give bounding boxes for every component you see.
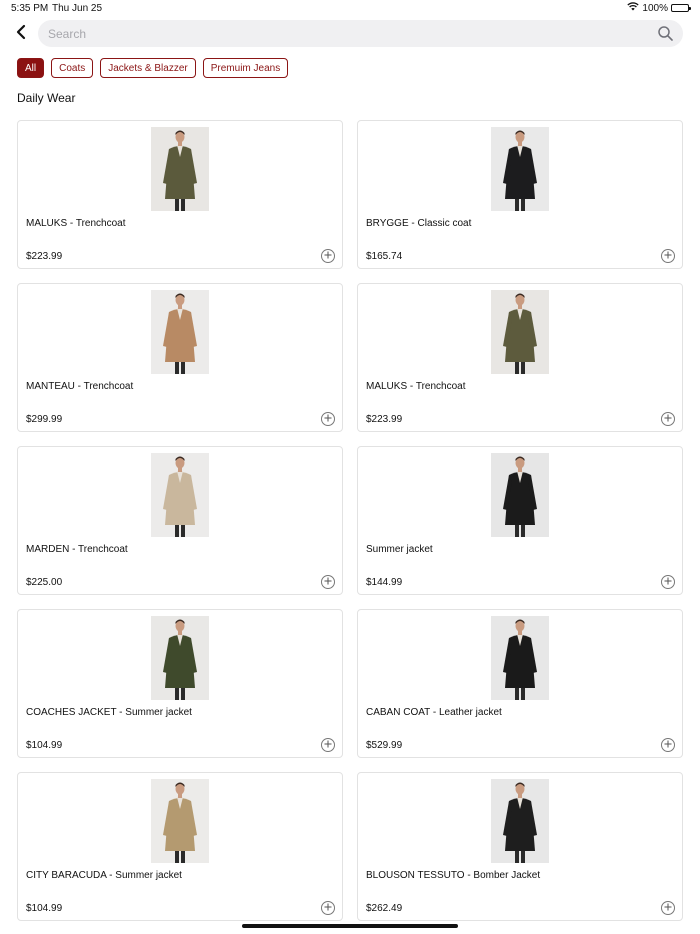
filter-chip-jackets-blazzer[interactable]: Jackets & Blazzer [100, 58, 196, 78]
product-image [151, 127, 209, 211]
plus-circle-icon [664, 577, 672, 588]
chevron-left-icon [15, 24, 27, 45]
product-photo [151, 616, 209, 700]
plus-circle-icon [324, 740, 332, 751]
add-to-cart-button[interactable] [661, 738, 675, 752]
product-photo [151, 453, 209, 537]
product-card[interactable]: BLOUSON TESSUTO - Bomber Jacket $262.49 [357, 772, 683, 921]
status-indicators: 100% [627, 2, 691, 14]
product-price: $529.99 [366, 740, 403, 751]
product-name: BLOUSON TESSUTO - Bomber Jacket [366, 870, 541, 881]
plus-circle-icon [664, 903, 672, 914]
search-bar[interactable] [38, 20, 683, 47]
filter-chip-all[interactable]: All [17, 58, 45, 78]
product-grid: MALUKS - Trenchcoat $223.99 BRYGGE - Cla… [17, 120, 683, 921]
plus-circle-icon [664, 251, 672, 262]
product-photo [491, 453, 549, 537]
product-name: BRYGGE - Classic coat [366, 218, 472, 229]
product-photo [491, 290, 549, 374]
add-to-cart-button[interactable] [661, 412, 675, 426]
product-card[interactable]: CITY BARACUDA - Summer jacket $104.99 [17, 772, 343, 921]
product-name: MARDEN - Trenchcoat [26, 544, 128, 555]
product-card[interactable]: Summer jacket $144.99 [357, 446, 683, 595]
product-image [491, 616, 549, 700]
add-to-cart-button[interactable] [321, 412, 335, 426]
product-image [491, 290, 549, 374]
status-bar: 5:35 PM Thu Jun 25 100% [0, 0, 700, 17]
product-price: $225.00 [26, 577, 63, 588]
product-card[interactable]: MARDEN - Trenchcoat $225.00 [17, 446, 343, 595]
product-name: Summer jacket [366, 544, 433, 555]
product-photo [151, 779, 209, 863]
product-name: MANTEAU - Trenchcoat [26, 381, 134, 392]
back-button[interactable] [12, 24, 30, 44]
product-photo [151, 290, 209, 374]
add-to-cart-button[interactable] [321, 901, 335, 915]
filter-chip-coats[interactable]: Coats [51, 58, 94, 78]
add-to-cart-button[interactable] [321, 738, 335, 752]
add-to-cart-button[interactable] [661, 249, 675, 263]
search-icon[interactable] [657, 26, 673, 42]
product-price: $299.99 [26, 414, 63, 425]
section-title: Daily Wear [17, 91, 76, 105]
product-card[interactable]: CABAN COAT - Leather jacket $529.99 [357, 609, 683, 758]
plus-circle-icon [324, 903, 332, 914]
product-image [151, 616, 209, 700]
product-image [491, 779, 549, 863]
search-input[interactable] [48, 26, 657, 41]
filter-chips: All Coats Jackets & Blazzer Premuim Jean… [17, 58, 289, 78]
product-name: COACHES JACKET - Summer jacket [26, 707, 192, 718]
product-image [151, 290, 209, 374]
product-price: $104.99 [26, 740, 63, 751]
product-photo [151, 127, 209, 211]
plus-circle-icon [324, 577, 332, 588]
home-indicator [242, 924, 458, 928]
add-to-cart-button[interactable] [321, 575, 335, 589]
product-card[interactable]: MALUKS - Trenchcoat $223.99 [17, 120, 343, 269]
battery-percent: 100% [642, 2, 668, 14]
plus-circle-icon [664, 414, 672, 425]
product-image [491, 453, 549, 537]
product-photo [491, 779, 549, 863]
plus-circle-icon [664, 740, 672, 751]
product-price: $165.74 [366, 251, 403, 262]
product-photo [491, 616, 549, 700]
add-to-cart-button[interactable] [661, 901, 675, 915]
product-image [151, 779, 209, 863]
product-name: CITY BARACUDA - Summer jacket [26, 870, 182, 881]
product-name: MALUKS - Trenchcoat [366, 381, 466, 392]
product-card[interactable]: MALUKS - Trenchcoat $223.99 [357, 283, 683, 432]
filter-chip-premuim-jeans[interactable]: Premuim Jeans [202, 58, 289, 78]
add-to-cart-button[interactable] [661, 575, 675, 589]
product-price: $104.99 [26, 903, 63, 914]
plus-circle-icon [324, 251, 332, 262]
product-price: $223.99 [366, 414, 403, 425]
plus-circle-icon [324, 414, 332, 425]
product-image [151, 453, 209, 537]
product-image [491, 127, 549, 211]
product-name: CABAN COAT - Leather jacket [366, 707, 502, 718]
wifi-icon [627, 2, 640, 14]
battery-icon [671, 4, 691, 12]
status-date: Thu Jun 25 [52, 3, 103, 14]
product-card[interactable]: BRYGGE - Classic coat $165.74 [357, 120, 683, 269]
product-name: MALUKS - Trenchcoat [26, 218, 126, 229]
product-card[interactable]: COACHES JACKET - Summer jacket $104.99 [17, 609, 343, 758]
status-time: 5:35 PM [11, 3, 49, 14]
product-price: $144.99 [366, 577, 403, 588]
product-price: $223.99 [26, 251, 63, 262]
product-photo [491, 127, 549, 211]
add-to-cart-button[interactable] [321, 249, 335, 263]
product-price: $262.49 [366, 903, 403, 914]
product-card[interactable]: MANTEAU - Trenchcoat $299.99 [17, 283, 343, 432]
